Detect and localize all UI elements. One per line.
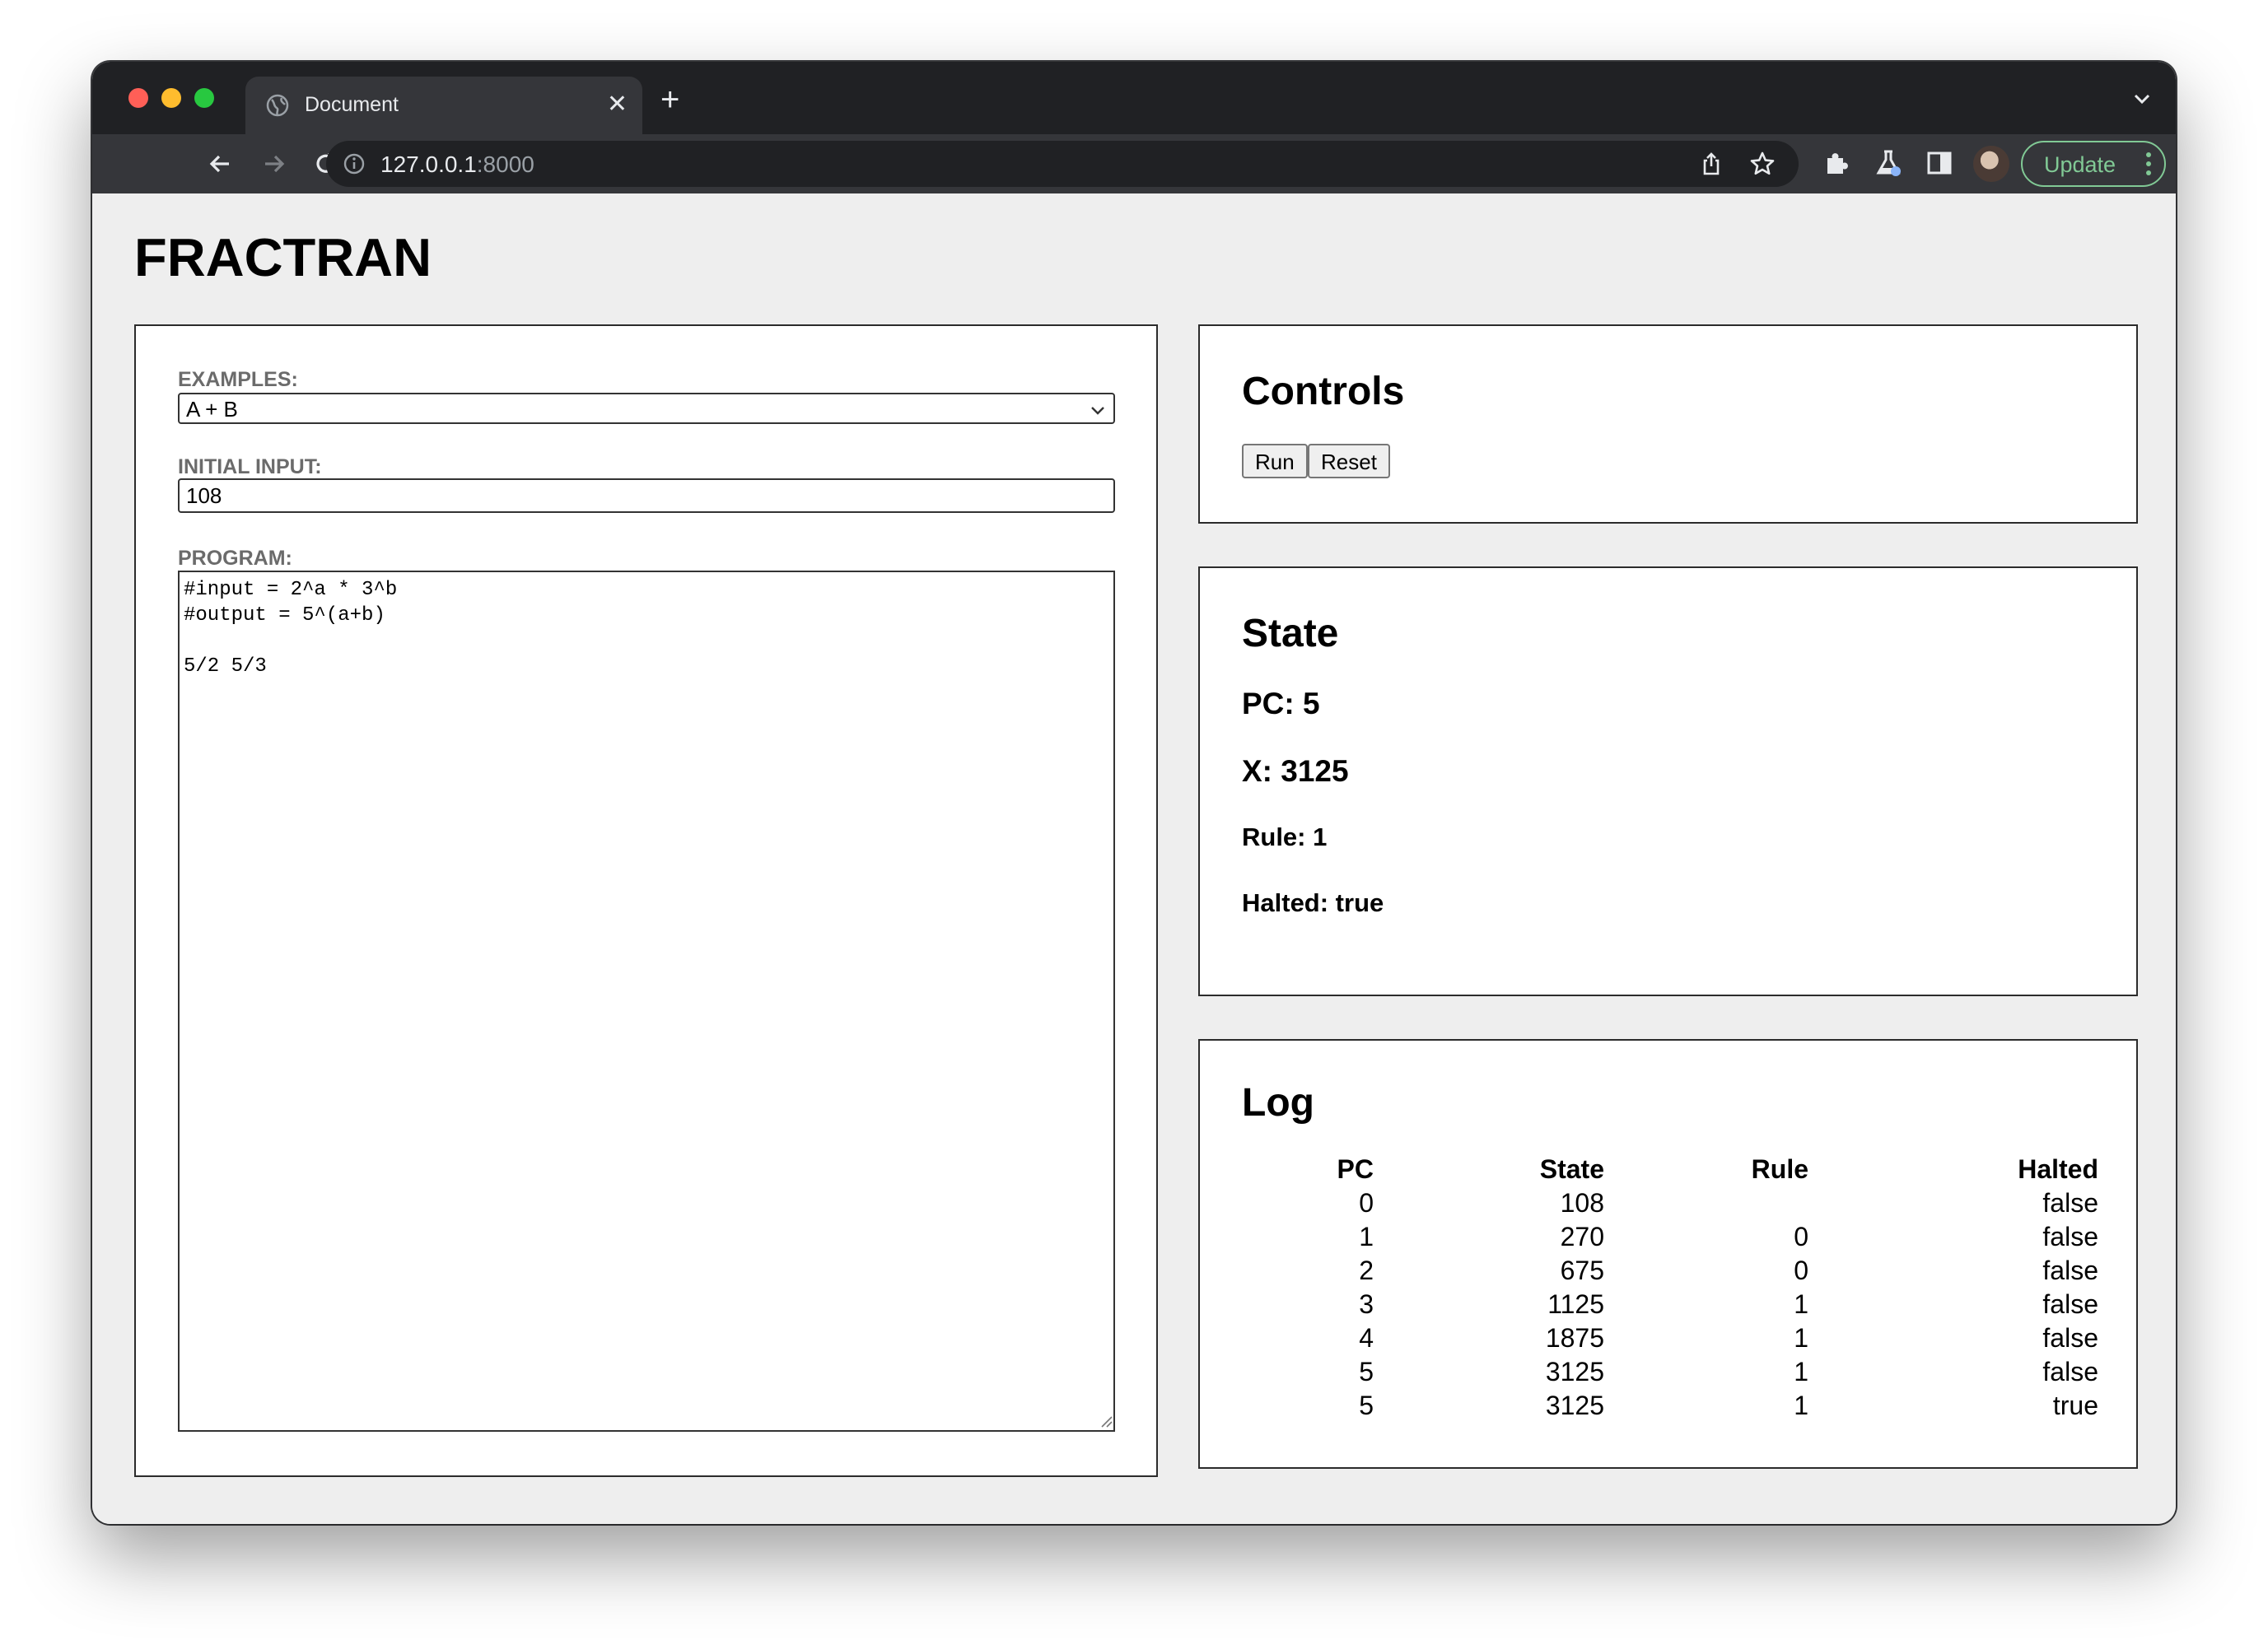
log-row: 0 108 false <box>1242 1186 2098 1220</box>
log-row: 4 1875 1 false <box>1242 1321 2098 1355</box>
program-label: PROGRAM: <box>178 547 292 570</box>
log-cell-rule: 1 <box>1794 1357 1808 1386</box>
log-cell-state: 270 <box>1560 1222 1604 1251</box>
log-cell-pc: 0 <box>1359 1188 1374 1218</box>
new-tab-button[interactable]: + <box>660 83 679 116</box>
profile-avatar[interactable] <box>1973 146 2009 182</box>
chevron-down-icon[interactable] <box>2131 88 2153 110</box>
log-cell-rule: 0 <box>1794 1256 1808 1285</box>
state-heading: State <box>1242 612 1339 655</box>
url-port: :8000 <box>476 151 534 177</box>
log-cell-pc: 3 <box>1359 1289 1374 1319</box>
log-cell-halted: false <box>2042 1188 2098 1218</box>
log-cell-state: 675 <box>1560 1256 1604 1285</box>
reset-button[interactable]: Reset <box>1308 444 1390 478</box>
log-cell-pc: 5 <box>1359 1357 1374 1386</box>
state-panel: State PC: 5 X: 3125 Rule: 1 Halted: true <box>1198 566 2138 996</box>
maximize-window-button[interactable] <box>194 88 214 108</box>
tab-title: Document <box>305 93 399 116</box>
browser-window: Document ✕ + 127.0.0.1:8000 Update FRACT… <box>92 62 2176 1524</box>
log-cell-halted: false <box>2042 1222 2098 1251</box>
log-header-row: PC State Rule Halted <box>1242 1153 2098 1186</box>
bookmark-star-icon[interactable] <box>1748 149 1777 179</box>
browser-toolbar: 127.0.0.1:8000 Update <box>92 134 2176 193</box>
examples-selected-value: A + B <box>186 397 238 422</box>
extensions-puzzle-icon[interactable] <box>1822 147 1853 179</box>
more-vertical-icon <box>2146 152 2151 175</box>
log-row: 2 675 0 false <box>1242 1254 2098 1288</box>
log-row: 1 270 0 false <box>1242 1220 2098 1254</box>
info-icon[interactable] <box>343 152 366 175</box>
url-host: 127.0.0.1 <box>380 151 477 177</box>
resize-grip-icon[interactable] <box>1099 1414 1113 1428</box>
log-cell-state: 3125 <box>1545 1357 1604 1386</box>
initial-input-field[interactable] <box>178 478 1115 513</box>
log-cell-pc: 5 <box>1359 1391 1374 1420</box>
share-icon[interactable] <box>1698 151 1724 177</box>
log-cell-pc: 2 <box>1359 1256 1374 1285</box>
examples-select[interactable]: A + B <box>178 393 1115 424</box>
log-cell-rule: 0 <box>1794 1222 1808 1251</box>
log-row: 5 3125 1 false <box>1242 1355 2098 1389</box>
tab-close-icon[interactable]: ✕ <box>607 90 628 119</box>
log-cell-state: 3125 <box>1545 1391 1604 1420</box>
close-window-button[interactable] <box>128 88 148 108</box>
side-panel-icon[interactable] <box>1924 147 1955 179</box>
examples-label: EXAMPLES: <box>178 368 298 391</box>
log-header-rule: Rule <box>1751 1154 1808 1184</box>
program-editor[interactable]: #input = 2^a * 3^b #output = 5^(a+b) 5/2… <box>178 571 1115 1432</box>
log-cell-halted: false <box>2042 1323 2098 1353</box>
log-cell-halted: false <box>2042 1289 2098 1319</box>
state-rule: Rule: 1 <box>1242 822 1328 851</box>
initial-input-label: INITIAL INPUT: <box>178 455 322 478</box>
log-header-halted: Halted <box>2018 1154 2098 1184</box>
log-cell-halted: true <box>2052 1391 2098 1420</box>
log-panel: Log PC State Rule Halted 0 108 false 1 2… <box>1198 1039 2138 1469</box>
back-arrow-icon[interactable] <box>206 149 236 179</box>
state-pc: PC: 5 <box>1242 687 1320 720</box>
browser-tab[interactable]: Document ✕ <box>245 77 642 134</box>
log-row: 5 3125 1 true <box>1242 1389 2098 1423</box>
forward-arrow-icon[interactable] <box>259 149 288 179</box>
log-table: PC State Rule Halted 0 108 false 1 270 0… <box>1242 1153 2098 1423</box>
log-cell-state: 1125 <box>1547 1289 1604 1319</box>
minimize-window-button[interactable] <box>161 88 181 108</box>
controls-panel: Controls Run Reset <box>1198 324 2138 524</box>
log-header-pc: PC <box>1337 1154 1374 1184</box>
chevron-down-icon <box>1091 407 1104 415</box>
log-heading: Log <box>1242 1081 1314 1125</box>
log-row: 3 1125 1 false <box>1242 1288 2098 1321</box>
log-cell-state: 108 <box>1560 1188 1604 1218</box>
state-halted: Halted: true <box>1242 888 1384 917</box>
log-cell-pc: 4 <box>1359 1323 1374 1353</box>
log-cell-state: 1875 <box>1545 1323 1604 1353</box>
page-title: FRACTRAN <box>134 227 432 287</box>
log-cell-rule: 1 <box>1794 1289 1808 1319</box>
log-cell-pc: 1 <box>1359 1222 1374 1251</box>
labs-flask-icon[interactable] <box>1873 147 1904 179</box>
address-bar[interactable]: 127.0.0.1:8000 <box>326 141 1799 187</box>
controls-heading: Controls <box>1242 370 1405 413</box>
update-label: Update <box>2044 152 2116 177</box>
log-cell-rule: 1 <box>1794 1391 1808 1420</box>
config-panel: EXAMPLES: A + B INITIAL INPUT: PROGRAM: … <box>134 324 1158 1477</box>
log-cell-rule: 1 <box>1794 1323 1808 1353</box>
update-button[interactable]: Update <box>2021 141 2166 187</box>
log-header-state: State <box>1539 1154 1604 1184</box>
state-x: X: 3125 <box>1242 754 1349 788</box>
run-button[interactable]: Run <box>1242 444 1308 478</box>
url-text: 127.0.0.1:8000 <box>380 151 534 178</box>
log-cell-halted: false <box>2042 1357 2098 1386</box>
globe-icon <box>266 94 289 117</box>
log-cell-rule <box>1604 1186 1808 1220</box>
log-cell-halted: false <box>2042 1256 2098 1285</box>
page-content: FRACTRAN EXAMPLES: A + B INITIAL INPUT: … <box>92 193 2176 1524</box>
title-bar: Document ✕ + <box>92 62 2176 134</box>
